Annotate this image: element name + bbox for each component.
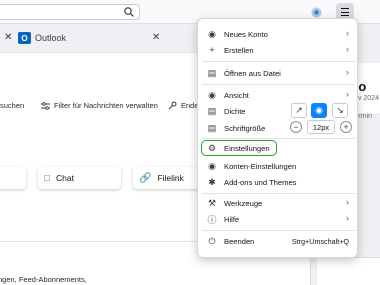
link-icon: 🔗 — [139, 172, 152, 184]
font-size-decrease-button[interactable]: − — [290, 121, 302, 133]
today-pane-footer — [317, 257, 380, 285]
menu-item-account-settings[interactable]: ◉ Konten-Einstellungen — [202, 158, 355, 174]
setup-card-filelink[interactable]: 🔗 Filelink — [133, 167, 205, 189]
outlook-icon: O — [18, 32, 31, 44]
menu-item-density: ▤ Dichte ↗ ◉ ↘ — [202, 103, 355, 119]
menu-item-help[interactable]: ⓘ Hilfe › — [202, 211, 355, 227]
menu-separator — [202, 138, 355, 139]
menu-item-density-label: Dichte — [224, 106, 246, 116]
density-icon: ▤ — [207, 105, 217, 116]
chevron-right-icon: › — [346, 197, 349, 207]
menu-item-tools[interactable]: ⚒ Werkzeuge › — [202, 195, 355, 211]
menu-item-font-size-label: Schriftgröße — [224, 123, 266, 133]
menu-item-settings-label: Einstellungen — [224, 143, 270, 153]
menu-item-open-file-label: Öffnen aus Datei — [224, 68, 281, 78]
menu-item-view[interactable]: ◉ Ansicht › — [202, 87, 355, 103]
search-messages-link[interactable]: suchen — [0, 101, 24, 110]
manage-filters-link[interactable]: Filter für Nachrichten verwalten — [41, 101, 158, 110]
menu-separator — [202, 84, 355, 85]
setup-card-partial[interactable] — [0, 167, 26, 189]
filter-icon — [41, 101, 50, 110]
density-touch-button[interactable]: ◉ — [311, 103, 327, 118]
font-size-increase-button[interactable]: + — [340, 121, 352, 133]
manage-filters-label: Filter für Nachrichten verwalten — [54, 101, 158, 110]
hamburger-icon-line-1 — [341, 8, 349, 10]
wrench-icon: ⚒ — [207, 197, 217, 208]
setup-card-filelink-label: Filelink — [157, 173, 184, 183]
menu-item-create[interactable]: + Erstellen › — [202, 42, 355, 58]
setup-card-chat-label: Chat — [56, 173, 75, 183]
chevron-right-icon: › — [346, 213, 349, 223]
search-icon[interactable] — [123, 6, 135, 18]
menu-item-create-label: Erstellen — [224, 45, 254, 55]
eye-icon: ◉ — [208, 89, 216, 100]
menu-item-addons-label: Add-ons und Themes — [224, 177, 297, 187]
quit-shortcut: Strg+Umschalt+Q — [291, 237, 349, 246]
menu-item-new-account-label: Neues Konto — [224, 29, 268, 39]
menu-item-addons[interactable]: ✱ Add-ons und Themes — [202, 174, 355, 190]
setup-card-chat[interactable]: □ Chat — [38, 167, 121, 189]
import-description-text: ngen, Feed-Abonnements, — [0, 275, 87, 284]
app-menu-panel: ◉ Neues Konto › + Erstellen › ▤ Öffnen a… — [197, 18, 358, 258]
hamburger-icon-line-3 — [341, 15, 349, 17]
chevron-right-icon: › — [346, 28, 349, 38]
tab-outlook-label: Outlook — [35, 33, 67, 43]
tab-outlook[interactable]: O Outlook — [18, 30, 66, 46]
menu-item-tools-label: Werkzeuge — [224, 198, 263, 208]
settings-gear-icon: ⚙ — [207, 142, 217, 153]
menu-separator — [202, 230, 355, 231]
chevron-right-icon: › — [346, 44, 349, 54]
hamburger-icon-line-2 — [341, 11, 349, 13]
tab-outlook-close-icon[interactable]: ✕ — [152, 32, 160, 43]
quit-icon: ⏻ — [208, 235, 216, 246]
menu-separator — [202, 193, 355, 194]
chevron-right-icon: › — [346, 89, 349, 99]
menu-item-view-label: Ansicht — [224, 90, 249, 100]
font-size-icon: ▤ — [207, 122, 217, 133]
plus-icon: + — [209, 45, 215, 55]
new-account-icon: ◉ — [208, 28, 216, 39]
account-settings-icon: ◉ — [208, 160, 216, 171]
menu-item-font-size: ▤ Schriftgröße − 12px + — [202, 120, 355, 136]
tab-close-icon[interactable]: ✕ — [4, 32, 12, 43]
density-relaxed-button[interactable]: ↘ — [332, 103, 348, 118]
density-compact-button[interactable]: ↗ — [291, 103, 307, 118]
menu-item-new-account[interactable]: ◉ Neues Konto › — [202, 26, 355, 42]
menu-item-account-settings-label: Konten-Einstellungen — [224, 161, 297, 171]
chevron-right-icon: › — [346, 67, 349, 77]
menu-item-quit-label: Beenden — [224, 236, 255, 246]
chat-icon: □ — [44, 172, 51, 184]
font-size-value: 12px — [307, 120, 335, 134]
key-icon — [168, 101, 177, 110]
help-icon: ⓘ — [207, 214, 217, 225]
open-file-icon: ▤ — [207, 67, 217, 78]
menu-item-help-label: Hilfe — [224, 214, 240, 224]
search-messages-label: suchen — [0, 101, 25, 110]
addons-icon: ✱ — [208, 176, 216, 187]
menu-item-open-file[interactable]: ▤ Öffnen aus Datei › — [202, 65, 355, 81]
search-bar[interactable] — [0, 4, 140, 20]
menu-item-quit[interactable]: ⏻ Beenden Strg+Umschalt+Q — [202, 233, 355, 249]
menu-separator — [202, 61, 355, 62]
menu-item-settings[interactable]: ⚙ Einstellungen — [201, 140, 277, 156]
